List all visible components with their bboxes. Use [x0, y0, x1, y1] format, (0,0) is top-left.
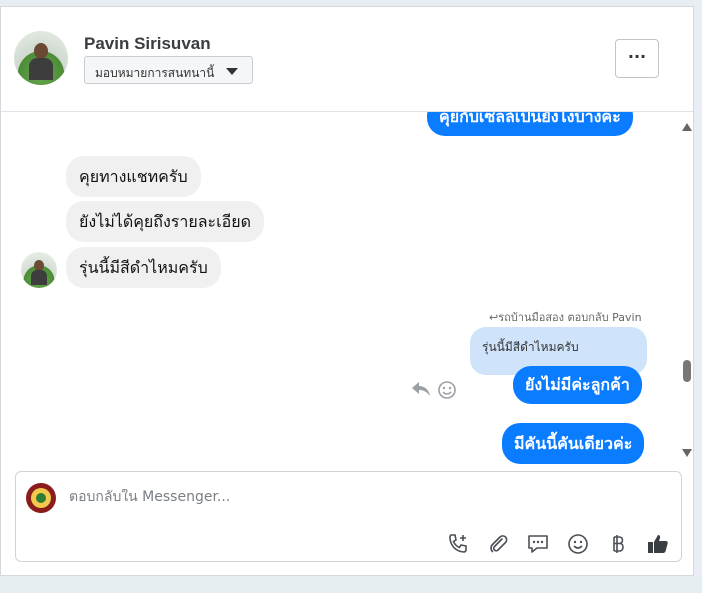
scrollbar-thumb[interactable]	[683, 360, 691, 382]
incoming-message[interactable]: คุยทางแชทครับ	[66, 156, 201, 197]
emoji-icon[interactable]	[566, 532, 590, 556]
reply-context-text: รถบ้านมือสอง ตอบกลับ Pavin	[498, 311, 642, 324]
conversation-panel: Pavin Sirisuvan มอบหมายการสนทนานี้ ··· ค…	[0, 6, 694, 576]
sender-avatar	[21, 252, 57, 288]
incoming-message[interactable]: ยังไม่ได้คุยถึงรายละเอียด	[66, 201, 264, 242]
assign-label: มอบหมายการสนทนานี้	[95, 66, 215, 80]
reply-arrow-icon: ↩	[489, 311, 499, 324]
scroll-down-arrow-icon[interactable]	[682, 449, 692, 457]
reply-icon[interactable]	[411, 380, 431, 403]
message-composer	[15, 471, 682, 562]
baht-payment-icon[interactable]	[606, 532, 630, 556]
call-add-icon[interactable]	[446, 532, 470, 556]
thread-scrollbar[interactable]	[681, 117, 693, 462]
contact-avatar[interactable]	[14, 31, 68, 85]
more-options-button[interactable]: ···	[615, 39, 659, 78]
conversation-header: Pavin Sirisuvan มอบหมายการสนทนานี้ ···	[1, 7, 693, 112]
attachment-icon[interactable]	[486, 532, 510, 556]
reply-input[interactable]	[69, 489, 569, 505]
scroll-up-arrow-icon[interactable]	[682, 123, 692, 131]
incoming-message[interactable]: รุ่นนี้มีสีดำไหมครับ	[66, 247, 221, 288]
composer-toolbar	[446, 532, 676, 556]
outgoing-message[interactable]: คุยกับเซลล์เป็นยังไงบ้างคะ	[427, 112, 633, 136]
avatar-head	[34, 43, 48, 59]
message-thread: คุยกับเซลล์เป็นยังไงบ้างคะ คุยทางแชทครับ…	[1, 112, 681, 464]
outgoing-message[interactable]: ยังไม่มีค่ะลูกค้า	[513, 366, 642, 404]
window-edge	[694, 0, 702, 593]
saved-reply-icon[interactable]	[526, 532, 550, 556]
page-avatar-emblem	[36, 493, 46, 503]
reply-context: ↩รถบ้านมือสอง ตอบกลับ Pavin	[489, 308, 642, 326]
caret-down-icon	[226, 68, 238, 75]
page-avatar	[26, 483, 56, 513]
page-background	[0, 576, 702, 593]
outgoing-message[interactable]: มีคันนี้คันเดียวค่ะ	[502, 423, 645, 464]
contact-name[interactable]: Pavin Sirisuvan	[84, 34, 211, 54]
react-emoji-icon[interactable]	[437, 380, 457, 405]
assign-conversation-dropdown[interactable]: มอบหมายการสนทนานี้	[84, 56, 253, 84]
thumbs-up-icon[interactable]	[646, 532, 670, 556]
avatar-body	[29, 58, 53, 80]
avatar-body	[31, 270, 47, 285]
